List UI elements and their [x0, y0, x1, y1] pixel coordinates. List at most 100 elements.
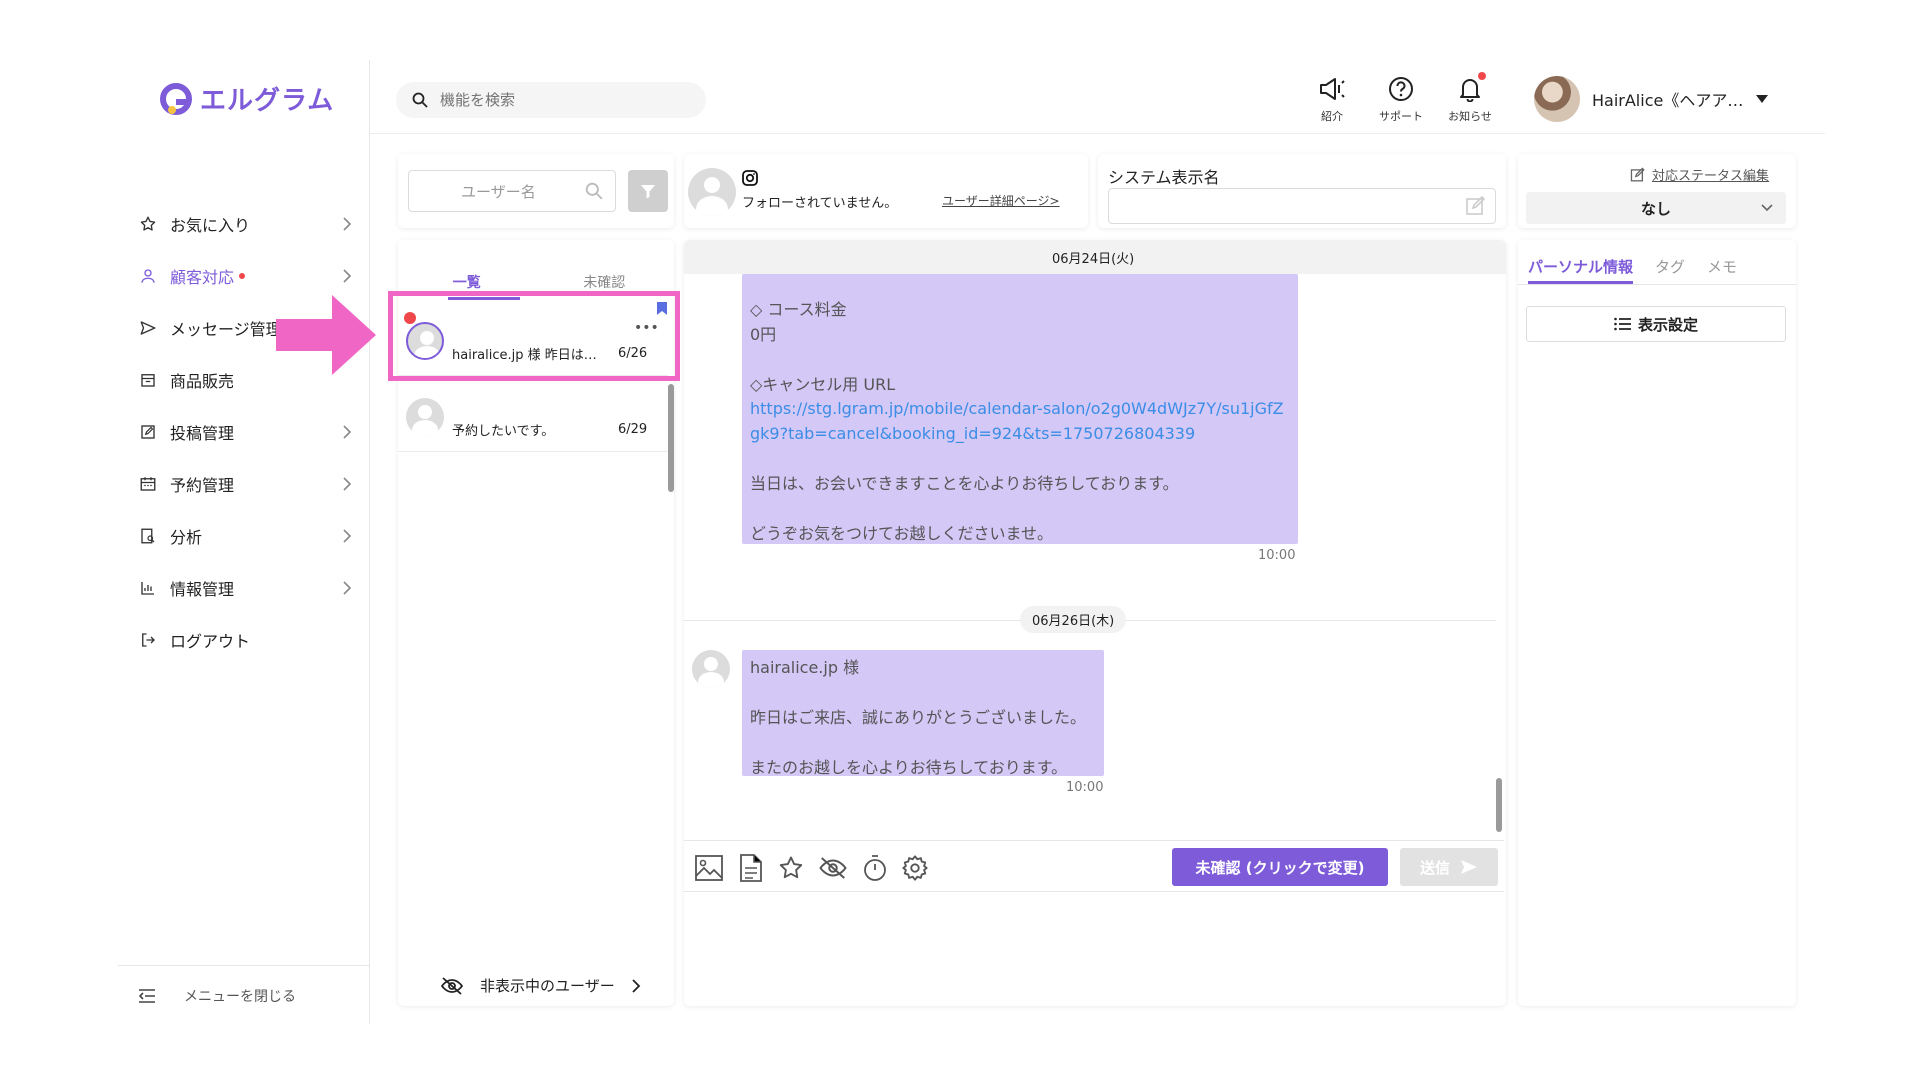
sidebar-item-reservations[interactable]: 予約管理	[138, 466, 358, 502]
timer-icon[interactable]	[860, 853, 890, 883]
system-name-input[interactable]	[1108, 188, 1496, 224]
sidebar-item-label: メッセージ管理	[170, 320, 282, 339]
unconfirmed-toggle-button[interactable]: 未確認 (クリックで変更)	[1172, 848, 1388, 886]
store-icon	[138, 370, 158, 390]
help-icon	[1389, 77, 1413, 101]
search-icon	[585, 182, 603, 200]
tab-personal-info[interactable]: パーソナル情報	[1528, 256, 1634, 284]
highlight-box	[388, 291, 680, 381]
sidebar-item-label: 情報管理	[170, 580, 235, 599]
message-bubble: ◇ コース料金 0円 ◇キャンセル用 URL https://stg.lgram…	[742, 274, 1298, 544]
caret-down-icon	[1756, 95, 1769, 103]
message-line: 昨日はご来店、誠にありがとうございました。	[750, 707, 1087, 727]
intro-button[interactable]: 紹介	[1302, 76, 1362, 124]
conversation-preview: 予約したいです。	[452, 424, 555, 439]
message-line: 当日は、お会いできますことを心よりお待ちしております。	[750, 473, 1179, 493]
intro-label: 紹介	[1321, 110, 1343, 123]
calendar-icon	[138, 474, 158, 494]
list-scrollbar[interactable]	[668, 384, 674, 492]
star-icon[interactable]	[776, 853, 806, 883]
sidebar-item-label: ログアウト	[170, 632, 251, 651]
follow-status: フォローされていません。	[742, 196, 898, 211]
chevron-right-icon	[343, 425, 352, 439]
chevron-right-icon	[343, 477, 352, 491]
document-icon[interactable]	[736, 853, 766, 883]
hidden-users-label: 非表示中のユーザー	[480, 977, 615, 995]
close-menu-label: メニューを閉じる	[184, 989, 296, 1005]
close-menu-button[interactable]: メニューを閉じる	[138, 986, 296, 1006]
send-label: 送信	[1419, 858, 1450, 877]
edit-icon	[1630, 167, 1645, 181]
tab-memo[interactable]: メモ	[1707, 256, 1737, 284]
avatar	[1534, 76, 1580, 122]
user-detail-link[interactable]: ユーザー詳細ページ>	[942, 192, 1060, 209]
sidebar-item-label: 顧客対応	[170, 268, 235, 287]
user-menu[interactable]: HairAlice《ヘアア…	[1534, 76, 1769, 122]
search-input[interactable]	[440, 91, 670, 109]
username-placeholder: ユーザー名	[461, 182, 536, 201]
conversation-item[interactable]: 予約したいです。 6/29	[398, 382, 668, 452]
edit-icon	[138, 422, 158, 442]
eye-off-icon[interactable]	[818, 853, 848, 883]
date-label: 06月26日(木)	[1020, 606, 1127, 633]
chevron-right-icon	[343, 529, 352, 543]
edit-icon[interactable]	[1465, 195, 1487, 217]
gear-icon[interactable]	[900, 853, 930, 883]
send-icon	[138, 318, 158, 338]
bell-icon	[1460, 79, 1480, 102]
status-value: なし	[1640, 199, 1671, 218]
status-edit-link[interactable]: 対応ステータス編集	[1630, 165, 1769, 184]
divider	[1518, 284, 1796, 285]
status-edit-label: 対応ステータス編集	[1652, 169, 1770, 184]
divider	[118, 965, 370, 966]
arrow-right-icon	[276, 295, 376, 375]
hidden-users-link[interactable]: 非表示中のユーザー	[440, 975, 641, 996]
notification-dot	[239, 273, 246, 279]
sidebar-item-customer[interactable]: 顧客対応	[138, 258, 358, 294]
username-filter-input[interactable]: ユーザー名	[408, 170, 616, 212]
sidebar-item-label: 商品販売	[170, 372, 235, 391]
avatar	[692, 650, 730, 688]
report-icon	[138, 526, 158, 546]
avatar	[688, 168, 736, 216]
sidebar-item-posts[interactable]: 投稿管理	[138, 414, 358, 450]
sidebar-item-label: 投稿管理	[170, 424, 235, 443]
sidebar: エルグラム お気に入り 顧客対応 メッセージ管理 商品販売 投稿管理 予約管理 …	[118, 60, 370, 1024]
sidebar-item-favorites[interactable]: お気に入り	[138, 206, 358, 242]
sidebar-item-label: お気に入り	[170, 216, 251, 235]
chat-scrollbar[interactable]	[1496, 778, 1502, 832]
person-icon	[138, 266, 158, 286]
search-icon	[412, 92, 428, 108]
notify-label: お知らせ	[1448, 110, 1492, 123]
instagram-icon	[742, 170, 758, 186]
megaphone-icon	[1320, 78, 1345, 100]
message-line: どうぞお気をつけてお越しくださいませ。	[750, 523, 1054, 543]
image-icon[interactable]	[694, 853, 724, 883]
tab-tags[interactable]: タグ	[1655, 256, 1685, 284]
support-button[interactable]: サポート	[1371, 76, 1431, 124]
send-icon	[1461, 860, 1477, 874]
message-bubble: hairalice.jp 様 昨日はご来店、誠にありがとうございました。 またの…	[742, 650, 1104, 777]
logo-icon	[160, 82, 192, 115]
details-tabs: パーソナル情報 タグ メモ	[1528, 256, 1737, 284]
cancel-url-link[interactable]: https://stg.lgram.jp/mobile/calendar-sal…	[750, 399, 1284, 443]
status-select[interactable]: なし	[1526, 192, 1786, 224]
message-line: またのお越しを心よりお待ちしております。	[750, 757, 1068, 777]
date-label: 06月24日(火)	[1052, 252, 1135, 267]
brand-logo[interactable]: エルグラム	[158, 80, 334, 117]
sidebar-item-info[interactable]: 情報管理	[138, 570, 358, 606]
logout-icon	[138, 630, 158, 650]
display-settings-button[interactable]: 表示設定	[1526, 306, 1786, 342]
feature-search[interactable]	[396, 82, 706, 118]
sidebar-item-logout[interactable]: ログアウト	[138, 622, 358, 658]
filter-icon	[641, 185, 655, 199]
notifications-button[interactable]: お知らせ	[1440, 72, 1500, 124]
collapse-menu-icon	[138, 989, 155, 1003]
chevron-down-icon	[1761, 204, 1773, 212]
sidebar-item-label: 分析	[170, 528, 203, 547]
send-button[interactable]: 送信	[1400, 848, 1498, 886]
sidebar-item-label: 予約管理	[170, 476, 235, 495]
sidebar-item-analytics[interactable]: 分析	[138, 518, 358, 554]
filter-button[interactable]	[628, 170, 668, 212]
chevron-right-icon	[343, 269, 352, 283]
